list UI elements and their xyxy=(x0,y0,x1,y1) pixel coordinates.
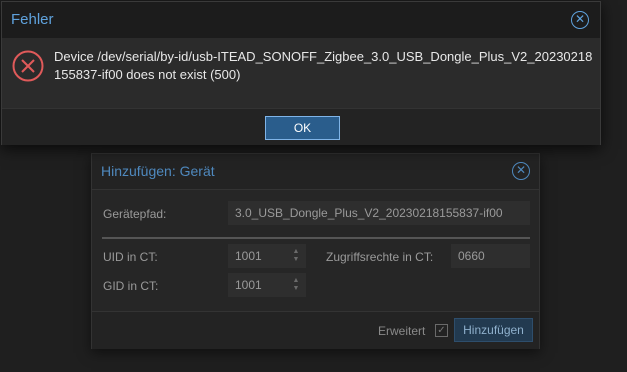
error-dialog-header: Fehler ✕ xyxy=(2,2,600,38)
gid-value: 1001 xyxy=(235,278,262,292)
add-dialog-title: Hinzufügen: Gerät xyxy=(101,163,215,179)
error-dialog-body: Device /dev/serial/by-id/usb-ITEAD_SONOF… xyxy=(2,38,600,108)
access-label: Zugriffsrechte in CT: xyxy=(326,250,434,264)
advanced-label: Erweitert xyxy=(378,324,426,338)
add-dialog-footer: Erweitert ✓ Hinzufügen xyxy=(92,311,539,349)
gid-spinner-icon[interactable]: ▲ ▼ xyxy=(291,277,301,293)
gid-input[interactable]: 1001 ▲ ▼ xyxy=(228,273,306,297)
uid-value: 1001 xyxy=(235,249,262,263)
error-dialog: Fehler ✕ Device /dev/serial/by-id/usb-IT… xyxy=(1,1,601,145)
uid-label: UID in CT: xyxy=(103,250,158,264)
section-divider xyxy=(102,237,530,239)
device-path-input[interactable]: 3.0_USB_Dongle_Plus_V2_20230218155837-if… xyxy=(228,201,530,225)
add-dialog-header: Hinzufügen: Gerät ✕ xyxy=(92,154,539,189)
device-path-label: Gerätepfad: xyxy=(103,207,167,221)
uid-input[interactable]: 1001 ▲ ▼ xyxy=(228,244,306,268)
error-message: Device /dev/serial/by-id/usb-ITEAD_SONOF… xyxy=(54,49,593,82)
error-dialog-close-icon[interactable]: ✕ xyxy=(571,11,589,29)
add-device-dialog: Hinzufügen: Gerät ✕ Gerätepfad: 3.0_USB_… xyxy=(91,153,540,349)
add-button[interactable]: Hinzufügen xyxy=(454,318,533,342)
page: Hinzufügen: Gerät ✕ Gerätepfad: 3.0_USB_… xyxy=(0,0,627,372)
add-dialog-close-icon[interactable]: ✕ xyxy=(512,162,530,180)
gid-label: GID in CT: xyxy=(103,279,159,293)
error-dialog-title: Fehler xyxy=(11,11,54,28)
access-input[interactable]: 0660 xyxy=(451,244,530,268)
uid-spinner-icon[interactable]: ▲ ▼ xyxy=(291,248,301,264)
error-dialog-footer: OK xyxy=(2,108,600,145)
add-dialog-body: Gerätepfad: 3.0_USB_Dongle_Plus_V2_20230… xyxy=(92,189,539,311)
ok-button[interactable]: OK xyxy=(265,116,340,140)
error-x-icon xyxy=(12,50,44,82)
advanced-checkbox[interactable]: ✓ xyxy=(435,324,448,337)
